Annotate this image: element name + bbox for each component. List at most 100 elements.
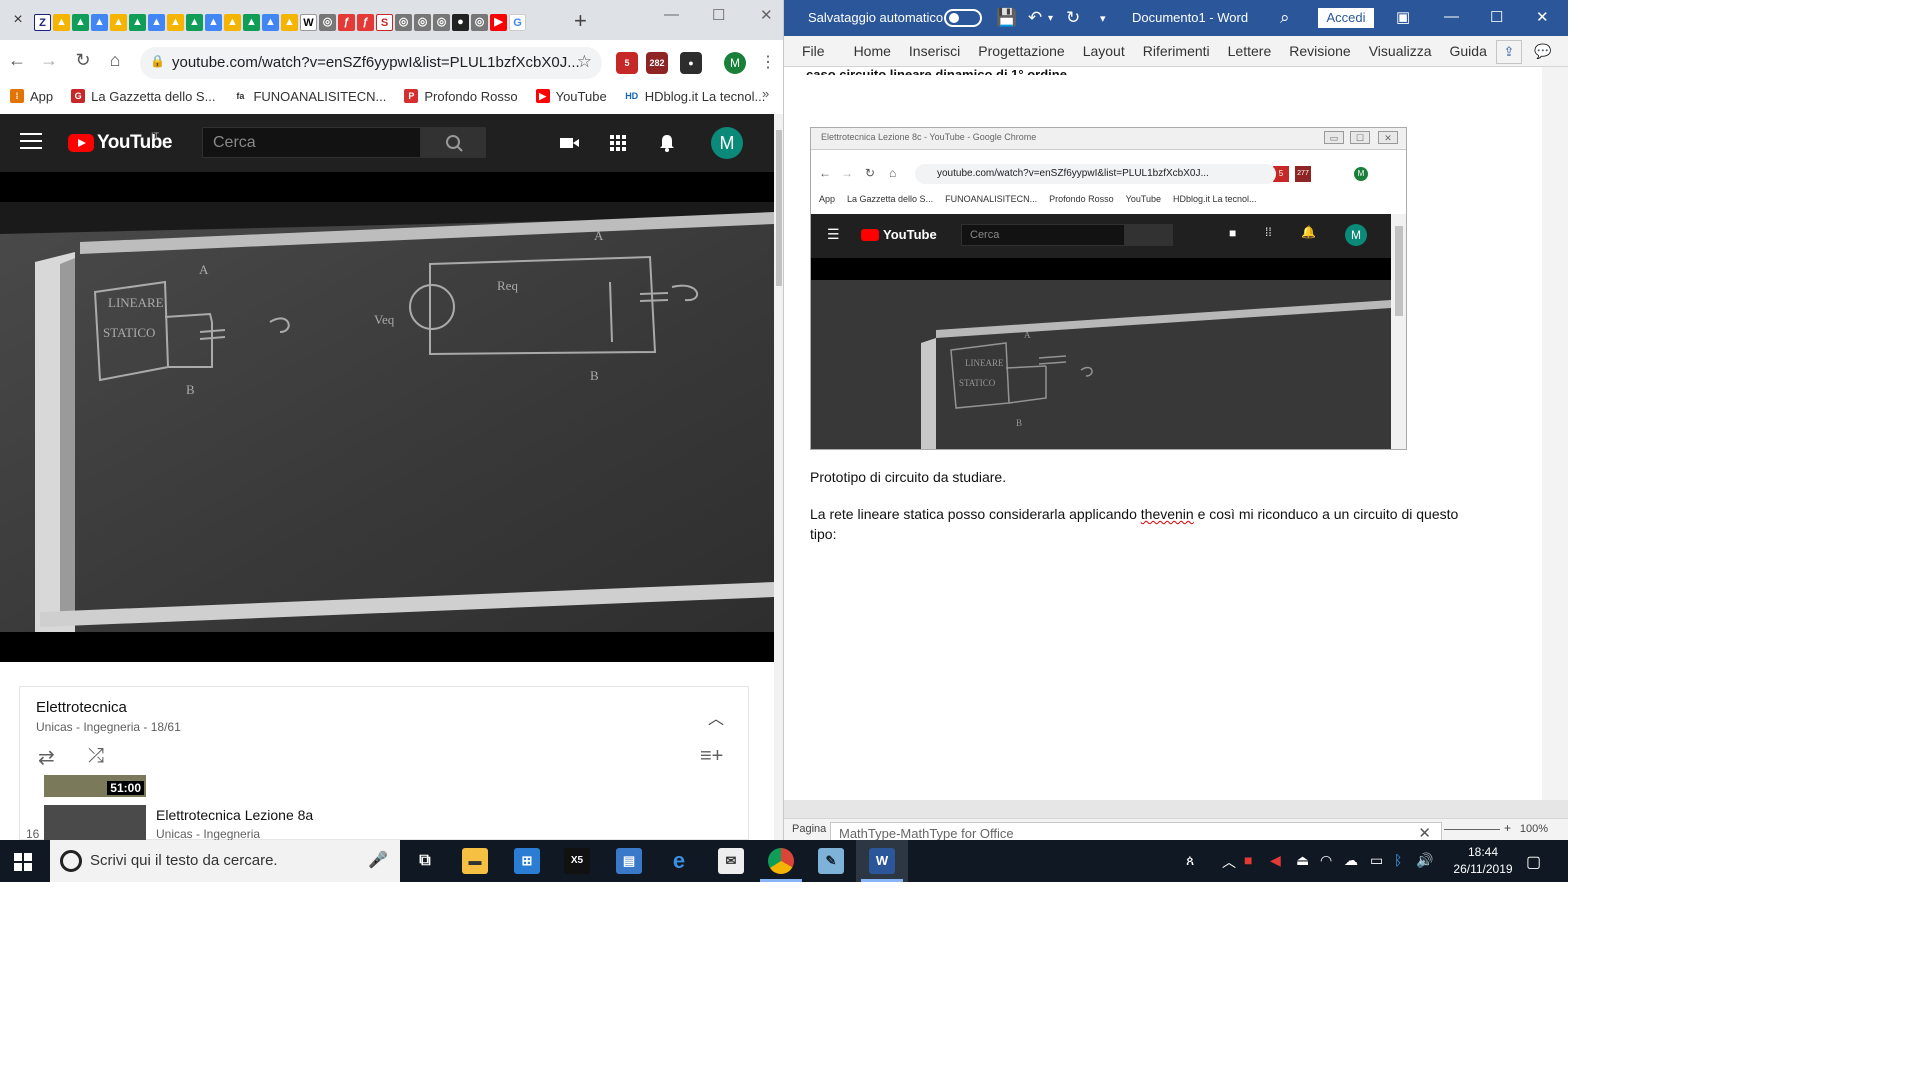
tab-z-icon[interactable]: Z: [34, 14, 51, 31]
adblock-extension-icon[interactable]: 5: [616, 52, 638, 74]
youtube-avatar[interactable]: M: [711, 127, 743, 159]
tab-google-icon[interactable]: G: [509, 14, 526, 31]
comments-icon[interactable]: 💬: [1530, 40, 1556, 64]
tab-guida[interactable]: Guida: [1441, 43, 1496, 59]
youtube-logo-icon[interactable]: [68, 134, 94, 152]
forward-icon[interactable]: →: [38, 50, 60, 71]
minimize-icon[interactable]: —: [1444, 8, 1459, 25]
maximize-icon[interactable]: ☐: [712, 6, 725, 24]
notifications-bell-icon[interactable]: [656, 132, 678, 154]
zoom-in-icon[interactable]: +: [1504, 821, 1511, 835]
close-window-icon[interactable]: ✕: [760, 6, 773, 24]
undo-icon[interactable]: ↶: [1028, 8, 1042, 28]
tab-globe-icon[interactable]: ◎: [319, 14, 336, 31]
paragraph-1[interactable]: Prototipo di circuito da studiare.: [810, 467, 1470, 487]
apps-icon[interactable]: [607, 132, 629, 154]
system-clock[interactable]: 18:44 26/11/2019: [1448, 844, 1518, 878]
loop-icon[interactable]: ⇄: [38, 745, 55, 770]
cortana-icon[interactable]: [60, 850, 82, 872]
tab-revisione[interactable]: Revisione: [1280, 43, 1359, 59]
new-tab-button[interactable]: +: [574, 8, 587, 34]
home-icon[interactable]: ⌂: [104, 50, 126, 71]
calendar-extension-icon[interactable]: 282: [646, 52, 668, 74]
tab-red-icon[interactable]: ƒ: [338, 14, 355, 31]
task-view-icon[interactable]: ⧉: [412, 848, 438, 874]
tab-youtube-icon[interactable]: ▶: [490, 14, 507, 31]
volume-tray-icon[interactable]: 🔊: [1416, 852, 1433, 869]
wifi-tray-icon[interactable]: ◠: [1320, 852, 1332, 869]
tab-globe-icon[interactable]: ◎: [433, 14, 450, 31]
share-icon[interactable]: ⇪: [1496, 40, 1522, 64]
bookmark-gazzetta[interactable]: G La Gazzetta dello S...: [71, 89, 215, 104]
tab-drive-icon[interactable]: ▲: [110, 14, 127, 31]
speaker-alert-tray-icon[interactable]: ◀: [1270, 852, 1281, 869]
network-app-icon[interactable]: ▤: [616, 848, 642, 874]
tab-globe-icon[interactable]: ◎: [395, 14, 412, 31]
tab-drive-icon[interactable]: ▲: [53, 14, 70, 31]
microphone-icon[interactable]: 🎤: [368, 850, 388, 870]
word-taskbar-icon[interactable]: W: [869, 848, 895, 874]
playlist-title[interactable]: Elettrotecnica: [36, 699, 127, 716]
store-icon[interactable]: ⊞: [514, 848, 540, 874]
paragraph-2[interactable]: La rete lineare statica posso considerar…: [810, 504, 1470, 544]
xk5-app-icon[interactable]: X5: [564, 848, 590, 874]
misspelled-word[interactable]: thevenin: [1141, 506, 1194, 522]
document-scrollbar[interactable]: [1542, 67, 1568, 800]
mail-icon[interactable]: ✉: [718, 848, 744, 874]
page-indicator[interactable]: Pagina: [792, 823, 826, 835]
tab-riferimenti[interactable]: Riferimenti: [1134, 43, 1219, 59]
tab-visualizza[interactable]: Visualizza: [1360, 43, 1441, 59]
tab-drive-icon[interactable]: ▲: [186, 14, 203, 31]
bookmarks-more-button[interactable]: »: [762, 86, 769, 101]
start-button[interactable]: [14, 853, 32, 871]
back-icon[interactable]: ←: [6, 50, 28, 71]
tab-globe-icon[interactable]: ◎: [471, 14, 488, 31]
antivirus-tray-icon[interactable]: ■: [1244, 852, 1252, 868]
color-extension-icon[interactable]: ●: [680, 52, 702, 74]
tab-progettazione[interactable]: Progettazione: [969, 43, 1073, 59]
youtube-logo-text[interactable]: YouTube: [97, 132, 172, 154]
tab-drive-icon[interactable]: ▲: [205, 14, 222, 31]
bookmark-profondo-rosso[interactable]: P Profondo Rosso: [404, 89, 518, 104]
zoom-level[interactable]: 100%: [1520, 823, 1548, 835]
bookmark-app[interactable]: ⁞ App: [10, 89, 53, 104]
notes-app-icon[interactable]: ✎: [818, 848, 844, 874]
taskbar-search-placeholder[interactable]: Scrivi qui il testo da cercare.: [90, 852, 278, 869]
battery-tray-icon[interactable]: ▭: [1370, 852, 1383, 869]
video-thumbnail[interactable]: [44, 805, 146, 840]
tab-drive-icon[interactable]: ▲: [243, 14, 260, 31]
menu-icon[interactable]: [20, 133, 42, 151]
bluetooth-tray-icon[interactable]: ᛒ: [1394, 852, 1402, 868]
video-player[interactable]: LINEARE STATICO Req Veq A B B A: [0, 172, 774, 662]
tab-wikipedia-icon[interactable]: W: [300, 14, 317, 31]
tab-drive-icon[interactable]: ▲: [224, 14, 241, 31]
maximize-icon[interactable]: ☐: [1490, 8, 1503, 26]
tray-chevron-icon[interactable]: ︿: [1222, 852, 1236, 872]
page-scrollbar[interactable]: [774, 114, 783, 840]
close-tab-button[interactable]: ×: [8, 10, 28, 30]
bookmark-hdblog[interactable]: HD HDblog.it La tecnol...: [624, 89, 765, 104]
bookmark-star-icon[interactable]: ☆: [577, 52, 592, 72]
minimize-icon[interactable]: —: [664, 6, 679, 23]
collapse-chevron-icon[interactable]: ︿: [708, 705, 724, 729]
add-to-queue-icon[interactable]: ≡+: [700, 745, 723, 768]
tab-drive-icon[interactable]: ▲: [281, 14, 298, 31]
save-icon[interactable]: 💾: [996, 8, 1017, 28]
tab-layout[interactable]: Layout: [1074, 43, 1134, 59]
profile-avatar[interactable]: M: [724, 52, 746, 74]
chrome-menu-icon[interactable]: ⋮: [760, 52, 776, 72]
scrollbar-thumb[interactable]: [776, 130, 782, 286]
video-thumbnail[interactable]: 51:00: [44, 775, 146, 797]
reload-icon[interactable]: ↻: [72, 50, 94, 71]
shuffle-icon[interactable]: ⤮: [88, 745, 104, 768]
tab-github-icon[interactable]: ●: [452, 14, 469, 31]
ribbon-display-icon[interactable]: ▣: [1396, 8, 1410, 26]
tab-drive-icon[interactable]: ▲: [167, 14, 184, 31]
chrome-taskbar-icon[interactable]: [768, 848, 794, 874]
zoom-slider[interactable]: [1444, 829, 1500, 830]
tab-globe-icon[interactable]: ◎: [414, 14, 431, 31]
sign-in-button[interactable]: Accedi: [1318, 8, 1374, 28]
address-url[interactable]: youtube.com/watch?v=enSZf6yypwI&list=PLU…: [172, 54, 580, 71]
close-window-icon[interactable]: ✕: [1536, 8, 1549, 26]
tab-home[interactable]: Home: [834, 43, 900, 59]
